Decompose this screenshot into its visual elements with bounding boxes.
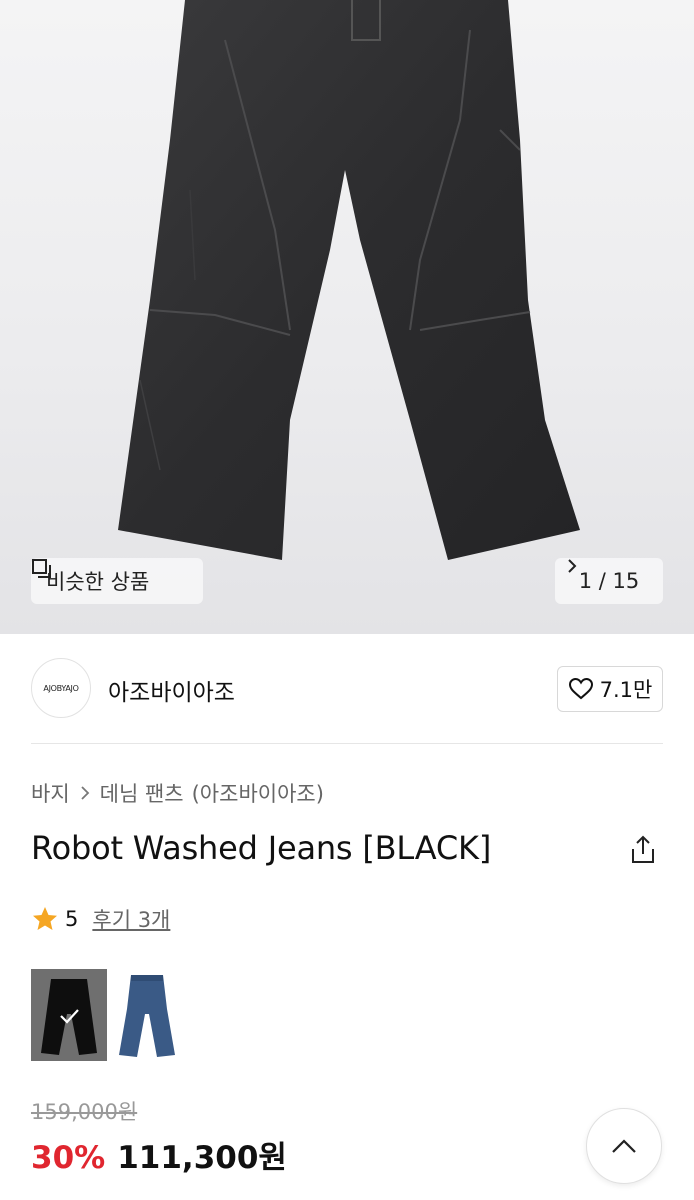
store-like-button[interactable]: 7.1만 [557, 666, 663, 712]
similar-products-button[interactable]: 비슷한 상품 [31, 558, 203, 604]
copy-icon [32, 559, 51, 578]
review-link[interactable]: 후기 3개 [92, 904, 170, 934]
image-counter-label: 1 / 15 [578, 569, 640, 593]
star-icon [33, 907, 57, 930]
store-name[interactable]: 아조바이아조 [108, 673, 235, 707]
scroll-top-button[interactable] [586, 1108, 662, 1184]
product-title: Robot Washed Jeans [BLACK] [31, 829, 492, 867]
store-logo[interactable]: AJOBYAJO [31, 658, 91, 718]
chevron-right-icon [568, 559, 577, 573]
sale-price: 111,300원 [117, 1140, 287, 1176]
breadcrumb-subcategory[interactable]: 데님 팬츠 [100, 778, 184, 808]
similar-products-label: 비슷한 상품 [46, 570, 150, 594]
variant-thumbnail-black[interactable] [31, 969, 107, 1061]
breadcrumb-category[interactable]: 바지 [31, 778, 70, 808]
sale-price-row: 30% 111,300원 [31, 1132, 287, 1177]
variant-image-black [31, 969, 107, 1061]
rating-row: 5 후기 3개 [31, 904, 170, 934]
heart-icon [568, 677, 593, 700]
product-photo-jeans [118, 0, 580, 560]
share-icon[interactable] [626, 833, 660, 867]
store-like-count: 7.1만 [599, 678, 653, 702]
variant-image-blue [119, 975, 175, 1057]
product-image-carousel[interactable]: 비슷한 상품 1 / 15 [0, 0, 694, 634]
discount-percent: 30% [31, 1140, 106, 1176]
breadcrumb: 바지 데님 팬츠 (아조바이아조) [31, 778, 324, 808]
variant-thumbnail-blue[interactable] [109, 969, 185, 1061]
image-counter[interactable]: 1 / 15 [555, 558, 663, 604]
rating-value: 5 [65, 907, 79, 931]
original-price: 159,000원 [31, 1100, 138, 1124]
store-row: AJOBYAJO 아조바이아조 7.1만 [31, 658, 663, 720]
chevron-up-icon [612, 1139, 636, 1153]
store-logo-text: AJOBYAJO [43, 683, 79, 693]
divider [31, 743, 663, 744]
breadcrumb-brand[interactable]: (아조바이아조) [192, 778, 324, 808]
chevron-right-icon [81, 786, 89, 800]
